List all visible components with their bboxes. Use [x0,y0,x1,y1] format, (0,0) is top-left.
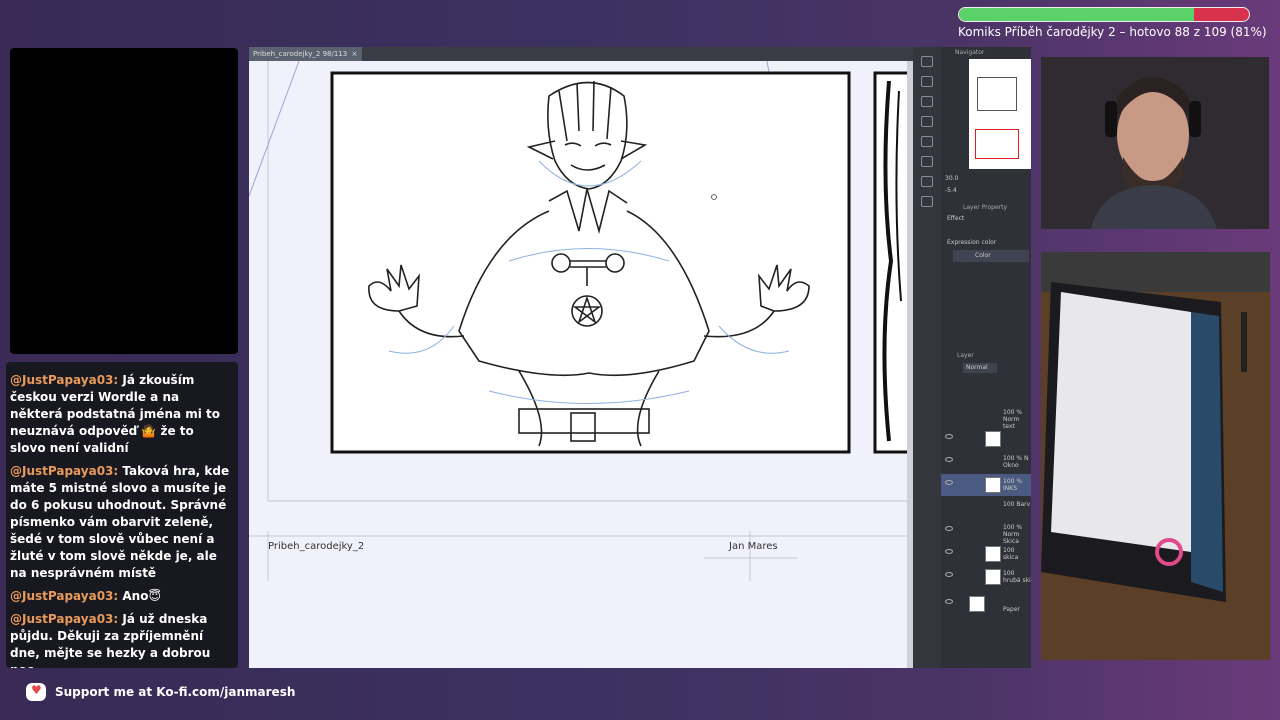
layer-name: 100 % Norm Skica [1003,524,1023,545]
layer-row[interactable]: 100 hrubá ski [941,566,1031,588]
chat-panel: @JustPapaya03: Já zkouším českou verzi W… [6,362,238,668]
layer-row[interactable]: Paper [941,593,1031,615]
footer-support: Support me at Ko-fi.com/janmaresh [26,683,295,701]
chat-username: @JustPapaya03: [10,373,119,387]
comic-page-artwork [249,61,907,581]
layer-name: 100 hrubá ski [1003,570,1031,584]
layer-row[interactable] [941,428,1031,450]
overlay-blank-panel [10,48,238,354]
chat-username: @JustPapaya03: [10,464,119,478]
navigator-zoom[interactable]: 30.0 [945,175,958,182]
document-tab[interactable]: Pribeh_carodejky_2 98/113 × [249,47,362,61]
navigator-preview[interactable] [969,59,1031,169]
eye-icon[interactable] [945,480,953,485]
right-panels: Navigator 30.0 -5.4 Layer Property Effec… [941,47,1031,668]
eye-icon[interactable] [945,599,953,604]
chat-username: @JustPapaya03: [10,612,119,626]
webcam-desk [1041,252,1270,660]
layer-property-title: Layer Property [963,204,1008,211]
page-author-label: Jan Mares [729,541,778,552]
tool-icon[interactable] [921,176,933,187]
document-tab-label: Pribeh_carodejky_2 98/113 [253,50,348,58]
navigator-title: Navigator [955,49,985,56]
support-text: Support me at Ko-fi.com/janmaresh [55,685,296,699]
chat-message: @JustPapaya03: Já zkouším českou verzi W… [10,372,232,457]
layer-row[interactable]: 100 % Norm text [941,405,1031,430]
tool-icon[interactable] [921,136,933,147]
close-icon[interactable]: × [349,50,358,58]
layer-row[interactable]: 100 Barv [941,497,1031,519]
tool-icon[interactable] [921,56,933,67]
eye-icon[interactable] [945,549,953,554]
chat-message: @JustPapaya03: Taková hra, kde máte 5 mi… [10,463,232,582]
layer-thumbnail [985,569,1001,585]
close-icon[interactable] [921,96,933,107]
eye-icon[interactable] [945,434,953,439]
drawing-canvas[interactable]: Pribeh_carodejky_2 Jan Mares [249,61,907,668]
blend-mode-select[interactable]: Normal [963,363,997,373]
layer-name: 100 % INKS [1003,478,1023,492]
layer-thumbnail [985,546,1001,562]
tool-icon[interactable] [921,116,933,127]
progress-bar-fill [959,8,1194,21]
expression-color-select[interactable]: Color [953,250,1029,262]
layer-name: 100 % Norm text [1003,409,1023,430]
streamer-webcam-image [1041,57,1269,229]
progress-text: Komiks Příběh čarodějky 2 – hotovo 88 z … [958,25,1267,39]
layer-thumbnail [985,477,1001,493]
expression-color-label: Expression color [947,239,997,246]
chat-message: @JustPapaya03: Já už dneska půjdu. Děkuj… [10,611,232,668]
drawing-app-window: Pribeh_carodejky_2 98/113 × Pribeh_carod… [249,47,1031,668]
layer-name: 100 % N Okno [1003,455,1029,469]
eye-icon[interactable] [945,572,953,577]
chat-message: @JustPapaya03: Ano😇 [10,588,232,605]
effect-label: Effect [947,215,965,222]
drawing-tablet-webcam-image [1041,252,1270,660]
tool-icon[interactable] [921,156,933,167]
layer-row[interactable]: 100 skica [941,543,1031,565]
layer-name: 100 Barv [1003,501,1031,508]
kofi-icon [26,683,46,701]
layer-thumbnail [969,596,985,612]
progress-bar [958,7,1250,22]
layer-thumbnail [985,431,1001,447]
navigator-angle[interactable]: -5.4 [945,187,957,194]
tool-icon[interactable] [921,76,933,87]
layer-row[interactable]: 100 % N Okno [941,451,1031,473]
chat-text: Ano😇 [122,589,161,603]
page-title-label: Pribeh_carodejky_2 [268,541,365,552]
layer-row[interactable]: 100 % Norm Skica [941,520,1031,545]
layer-name: Paper [1003,606,1020,613]
side-toolbar [913,47,941,668]
tool-icon[interactable] [921,196,933,207]
eye-icon[interactable] [945,526,953,531]
chat-username: @JustPapaya03: [10,589,119,603]
layer-row-selected[interactable]: 100 % INKS [941,474,1031,496]
chat-text: Taková hra, kde máte 5 mistné slovo a mu… [10,464,230,580]
layer-name: 100 skica [1003,547,1019,561]
webcam-face [1041,57,1269,229]
layer-panel-title: Layer [957,352,974,359]
document-tab-bar: Pribeh_carodejky_2 98/113 × [249,47,913,61]
eye-icon[interactable] [945,457,953,462]
